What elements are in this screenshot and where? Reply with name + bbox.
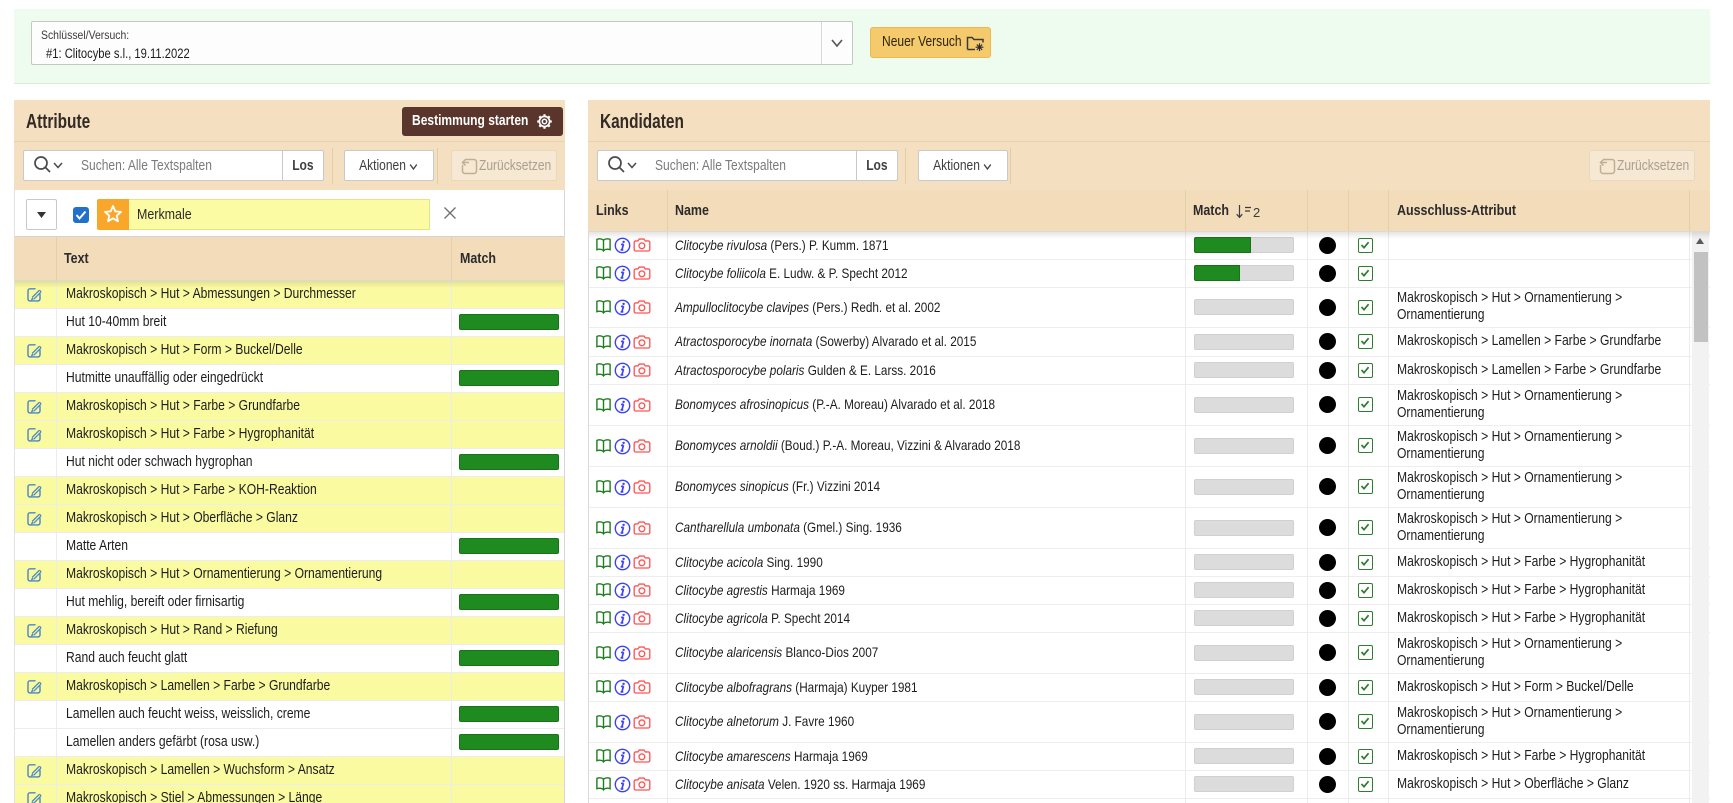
svg-text:2: 2 (1253, 205, 1260, 220)
